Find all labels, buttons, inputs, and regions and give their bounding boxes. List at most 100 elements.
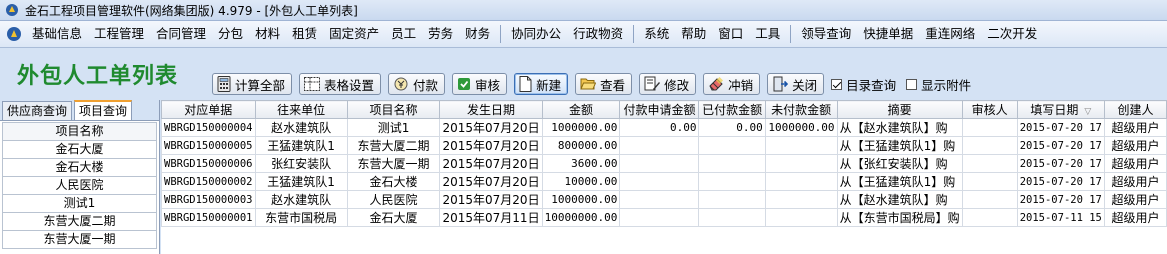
cell-pay-request[interactable] [619, 190, 700, 209]
cell-unpaid[interactable] [764, 190, 838, 209]
cell-paid[interactable] [698, 136, 766, 155]
cell-counterparty[interactable]: 东营市国税局 [254, 208, 348, 227]
cell-unpaid[interactable]: 1000000.00 [764, 118, 838, 137]
col-header-fill-date[interactable]: 填写日期 ▽ [1016, 100, 1105, 119]
cell-date[interactable]: 2015年07月20日 [439, 190, 543, 209]
cell-summary[interactable]: 从【赵水建筑队】购 [836, 118, 963, 137]
show-attachments-checkbox[interactable]: 显示附件 [906, 75, 971, 94]
cell-reviewer[interactable] [961, 190, 1018, 209]
cell-date[interactable]: 2015年07月20日 [439, 172, 543, 191]
cell-summary[interactable]: 从【王猛建筑队1】购 [836, 172, 963, 191]
menu-subcontract[interactable]: 分包 [212, 21, 249, 47]
cell-creator[interactable]: 超级用户 [1103, 154, 1167, 173]
table-row[interactable]: WBRGD150000001 东营市国税局 金石大厦 2015年07月11日 10000… [161, 208, 1167, 227]
cell-creator[interactable]: 超级用户 [1103, 190, 1167, 209]
list-item[interactable]: 人民医院 [2, 177, 157, 195]
menu-materials[interactable]: 材料 [249, 21, 286, 47]
cell-amount[interactable]: 1000000.00 [541, 118, 621, 137]
menu-project-mgmt[interactable]: 工程管理 [88, 21, 150, 47]
cell-amount[interactable]: 1000000.00 [541, 190, 621, 209]
cell-reviewer[interactable] [961, 136, 1018, 155]
cell-pay-request[interactable] [619, 154, 700, 173]
cell-creator[interactable]: 超级用户 [1103, 118, 1167, 137]
cell-pay-request[interactable] [619, 172, 700, 191]
col-header-unpaid[interactable]: 未付款金额 [764, 100, 838, 119]
cell-fill-date[interactable]: 2015-07-20 17 [1016, 118, 1105, 137]
col-header-pay-request[interactable]: 付款申请金额 [619, 100, 700, 119]
table-row[interactable]: WBRGD150000004 赵水建筑队 测试1 2015年07月20日 1000000… [161, 118, 1167, 137]
cell-amount[interactable]: 800000.00 [541, 136, 621, 155]
cell-document[interactable]: WBRGD150000003 [161, 190, 256, 209]
cell-summary[interactable]: 从【赵水建筑队】购 [836, 190, 963, 209]
project-list-header[interactable]: 项目名称 [2, 122, 157, 141]
tab-project-query[interactable]: 项目查询 [74, 100, 133, 120]
cell-project[interactable]: 金石大厦 [346, 208, 441, 227]
cell-document[interactable]: WBRGD150000002 [161, 172, 256, 191]
menu-fixed-assets[interactable]: 固定资产 [323, 21, 385, 47]
cell-fill-date[interactable]: 2015-07-20 17 [1016, 136, 1105, 155]
cell-paid[interactable] [698, 208, 766, 227]
new-button[interactable]: 新建 [514, 73, 569, 95]
menu-finance[interactable]: 财务 [459, 21, 496, 47]
cell-amount[interactable]: 10000000.00 [541, 208, 621, 227]
cell-reviewer[interactable] [961, 154, 1018, 173]
list-item[interactable]: 测试1 [2, 195, 157, 213]
cell-pay-request[interactable] [619, 136, 700, 155]
cell-pay-request[interactable]: 0.00 [619, 118, 700, 137]
cell-counterparty[interactable]: 王猛建筑队1 [254, 136, 348, 155]
cell-project[interactable]: 人民医院 [346, 190, 441, 209]
cell-date[interactable]: 2015年07月20日 [439, 118, 543, 137]
cell-fill-date[interactable]: 2015-07-20 17 [1016, 154, 1105, 173]
menu-staff[interactable]: 员工 [385, 21, 422, 47]
menu-admin-supplies[interactable]: 行政物资 [567, 21, 629, 47]
cell-date[interactable]: 2015年07月20日 [439, 136, 543, 155]
close-button[interactable]: 关闭 [767, 73, 825, 95]
cell-creator[interactable]: 超级用户 [1103, 208, 1167, 227]
cell-date[interactable]: 2015年07月11日 [439, 208, 543, 227]
checkbox-unchecked-icon[interactable] [906, 78, 918, 90]
menu-contract-mgmt[interactable]: 合同管理 [150, 21, 212, 47]
tab-supplier-query[interactable]: 供应商查询 [2, 101, 73, 120]
menu-leasing[interactable]: 租赁 [286, 21, 323, 47]
col-header-counterparty[interactable]: 往来单位 [254, 100, 348, 119]
cell-creator[interactable]: 超级用户 [1103, 172, 1167, 191]
list-item[interactable]: 金石大厦 [2, 141, 157, 159]
cell-amount[interactable]: 10000.00 [541, 172, 621, 191]
menu-collaboration[interactable]: 协同办公 [505, 21, 567, 47]
cell-counterparty[interactable]: 赵水建筑队 [254, 190, 348, 209]
cell-project[interactable]: 金石大楼 [346, 172, 441, 191]
col-header-reviewer[interactable]: 审核人 [961, 100, 1018, 119]
col-header-project[interactable]: 项目名称 [346, 100, 441, 119]
table-row[interactable]: WBRGD150000002 王猛建筑队1 金石大楼 2015年07月20日 10000… [161, 172, 1167, 191]
catalog-query-checkbox[interactable]: 目录查询 [831, 75, 896, 94]
cell-paid[interactable] [698, 190, 766, 209]
write-off-button[interactable]: 冲销 [703, 73, 761, 95]
cell-document[interactable]: WBRGD150000006 [161, 154, 256, 173]
cell-unpaid[interactable] [764, 136, 838, 155]
menu-reconnect[interactable]: 重连网络 [919, 21, 981, 47]
menu-labor[interactable]: 劳务 [422, 21, 459, 47]
list-item[interactable]: 东营大厦二期 [2, 213, 157, 231]
menu-secondary-dev[interactable]: 二次开发 [981, 21, 1043, 47]
col-header-summary[interactable]: 摘要 [836, 100, 963, 119]
cell-paid[interactable] [698, 154, 766, 173]
cell-fill-date[interactable]: 2015-07-11 15 [1016, 208, 1105, 227]
col-header-paid[interactable]: 已付款金额 [698, 100, 766, 119]
table-row[interactable]: WBRGD150000003 赵水建筑队 人民医院 2015年07月20日 100000… [161, 190, 1167, 209]
menu-tools[interactable]: 工具 [749, 21, 786, 47]
table-settings-button[interactable]: 表格设置 [299, 73, 382, 95]
col-header-amount[interactable]: 金额 [541, 100, 621, 119]
cell-counterparty[interactable]: 王猛建筑队1 [254, 172, 348, 191]
menu-quick-docs[interactable]: 快捷单据 [857, 21, 919, 47]
col-header-document[interactable]: 对应单据 [161, 100, 256, 119]
cell-project[interactable]: 东营大厦二期 [346, 136, 441, 155]
app-menu-icon[interactable] [6, 26, 22, 42]
cell-unpaid[interactable] [764, 154, 838, 173]
menu-basic-info[interactable]: 基础信息 [26, 21, 88, 47]
cell-pay-request[interactable] [619, 208, 700, 227]
cell-creator[interactable]: 超级用户 [1103, 136, 1167, 155]
cell-fill-date[interactable]: 2015-07-20 17 [1016, 190, 1105, 209]
cell-unpaid[interactable] [764, 208, 838, 227]
checkbox-checked-icon[interactable] [831, 78, 843, 90]
pay-button[interactable]: 付款 [388, 73, 446, 95]
